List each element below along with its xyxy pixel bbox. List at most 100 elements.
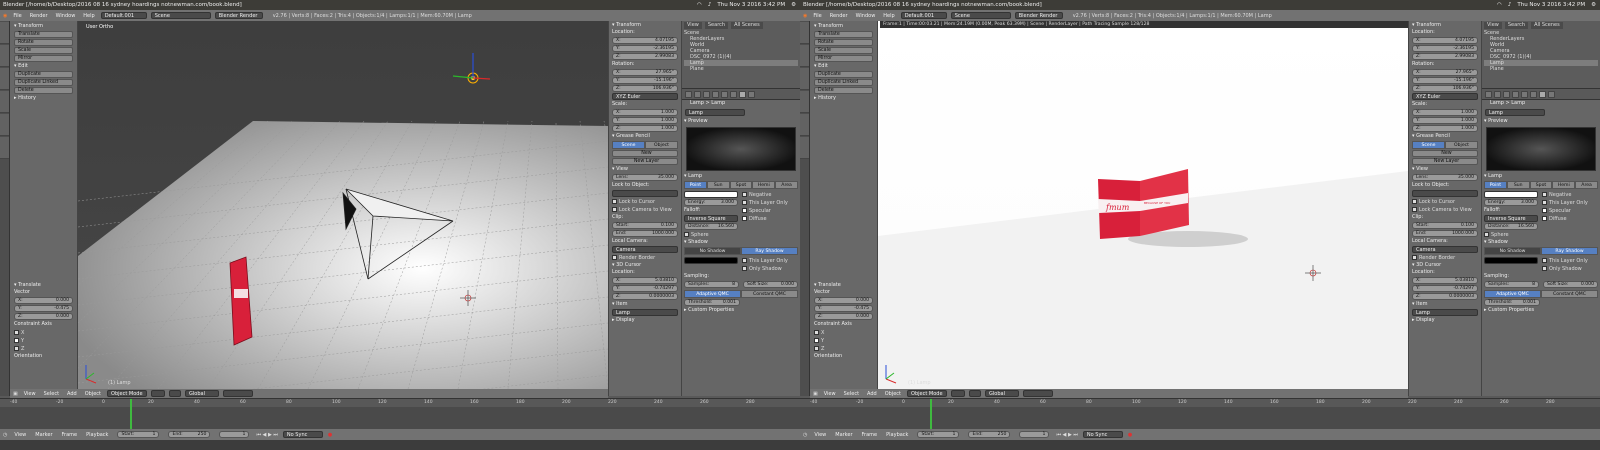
- engine-selector[interactable]: Blender Render: [1014, 12, 1063, 19]
- cursor-z-field[interactable]: Z: 0.0000003: [1412, 293, 1478, 300]
- shadow-color-swatch[interactable]: [684, 257, 738, 264]
- sync-select[interactable]: No Sync: [282, 431, 323, 438]
- outliner-view-menu[interactable]: View: [684, 22, 702, 29]
- rotation-mode-select[interactable]: XYZ Euler: [612, 93, 678, 100]
- shading-select[interactable]: [151, 390, 166, 397]
- scale-x-field[interactable]: X: 1.000: [1412, 109, 1478, 116]
- gp-scene-tab[interactable]: Scene: [612, 141, 645, 149]
- operator-panel-header[interactable]: ▾ Translate: [12, 282, 75, 289]
- shadow-header[interactable]: ▾ Shadow: [1482, 239, 1600, 246]
- blender-logo-icon[interactable]: ◉: [803, 13, 807, 19]
- cursor-z-field[interactable]: Z: 0.0000003: [612, 293, 678, 300]
- layers-tab-icon[interactable]: [694, 90, 701, 98]
- cursor-header[interactable]: ▾ 3D Cursor: [1410, 262, 1480, 269]
- vector-x-field[interactable]: X: 0.000: [14, 297, 73, 304]
- timeline-view-menu[interactable]: View: [12, 432, 28, 438]
- view-header[interactable]: ▾ View: [1410, 166, 1480, 173]
- editor-type-icon[interactable]: ▣: [13, 391, 18, 397]
- scale-x-field[interactable]: X: 1.000: [612, 109, 678, 116]
- record-icon[interactable]: ●: [328, 432, 332, 438]
- tab-relations[interactable]: [0, 68, 9, 90]
- transform-header[interactable]: ▾ Transform: [610, 22, 680, 29]
- item-name-field[interactable]: Lamp: [1412, 309, 1478, 316]
- object-tab-icon[interactable]: [721, 90, 728, 98]
- pivot-select[interactable]: [969, 390, 982, 397]
- gp-object-tab[interactable]: Object: [1445, 141, 1478, 149]
- constant-qmc-option[interactable]: Constant QMC: [741, 290, 798, 298]
- custom-properties-header[interactable]: ▸ Custom Properties: [682, 307, 800, 314]
- no-shadow-option[interactable]: No Shadow: [1484, 247, 1541, 255]
- menu-help[interactable]: Help: [81, 13, 96, 19]
- lamp-type-point[interactable]: Point: [684, 181, 707, 189]
- layers-grid[interactable]: [223, 390, 254, 397]
- lamp-type-hemi[interactable]: Hemi: [752, 181, 776, 189]
- history-panel-header[interactable]: ▸ History: [12, 95, 75, 102]
- negative-checkbox[interactable]: Negative: [742, 191, 798, 198]
- layout-selector[interactable]: Default.001: [100, 12, 147, 19]
- current-frame-field[interactable]: 1: [1019, 431, 1050, 438]
- translate-button[interactable]: Translate: [14, 31, 73, 38]
- only-shadow-checkbox[interactable]: Only Shadow: [1542, 265, 1588, 272]
- timeline-playback-menu[interactable]: Playback: [84, 432, 110, 438]
- viewport-select-menu[interactable]: Select: [842, 391, 861, 397]
- clip-start-field[interactable]: Start: 0.100: [612, 222, 678, 229]
- viewport-select-menu[interactable]: Select: [42, 391, 61, 397]
- soft-size-field[interactable]: Soft Size: 0.000: [1543, 281, 1598, 288]
- threshold-field[interactable]: Threshold: 0.001: [1484, 299, 1540, 306]
- lamp-type-point[interactable]: Point: [1484, 181, 1507, 189]
- layer-only-checkbox[interactable]: This Layer Only: [742, 199, 798, 206]
- shadow-header[interactable]: ▾ Shadow: [682, 239, 800, 246]
- vector-y-field[interactable]: Y: -0.475: [814, 305, 873, 312]
- scale-button[interactable]: Scale: [14, 47, 73, 54]
- pivot-select[interactable]: [169, 390, 182, 397]
- item-header[interactable]: ▾ Item: [1410, 301, 1480, 308]
- vector-z-field[interactable]: Z: 0.000: [814, 313, 873, 320]
- scale-y-field[interactable]: Y: 1.000: [1412, 117, 1478, 124]
- scale-y-field[interactable]: Y: 1.000: [612, 117, 678, 124]
- energy-field[interactable]: Energy: 3.000: [684, 199, 738, 206]
- history-panel-header[interactable]: ▸ History: [812, 95, 875, 102]
- gp-object-tab[interactable]: Object: [645, 141, 678, 149]
- cursor-y-field[interactable]: Y: -0.74297: [1412, 285, 1478, 292]
- outliner-display-mode[interactable]: All Scenes: [731, 22, 763, 29]
- menu-render[interactable]: Render: [28, 13, 50, 19]
- cursor-x-field[interactable]: X: 5.03810: [1412, 277, 1478, 284]
- custom-properties-header[interactable]: ▸ Custom Properties: [1482, 307, 1600, 314]
- menu-help[interactable]: Help: [881, 13, 896, 19]
- diffuse-checkbox[interactable]: Diffuse: [1542, 215, 1598, 222]
- transform-panel-header[interactable]: ▾ Transform: [812, 23, 875, 30]
- negative-checkbox[interactable]: Negative: [1542, 191, 1598, 198]
- duplicate-button[interactable]: Duplicate: [14, 71, 73, 78]
- soft-size-field[interactable]: Soft Size: 0.000: [743, 281, 798, 288]
- grease-pencil-header[interactable]: ▾ Grease Pencil: [1410, 133, 1480, 140]
- cursor-header[interactable]: ▾ 3D Cursor: [610, 262, 680, 269]
- constraint-z-checkbox[interactable]: Z: [14, 345, 73, 352]
- rotation-x-field[interactable]: X: 27.965°: [612, 69, 678, 76]
- scale-button[interactable]: Scale: [814, 47, 873, 54]
- gp-new-button[interactable]: New: [612, 150, 678, 157]
- menu-window[interactable]: Window: [854, 13, 878, 19]
- shading-select[interactable]: [951, 390, 966, 397]
- tab-animation[interactable]: [0, 91, 9, 113]
- scale-z-field[interactable]: Z: 1.000: [1412, 125, 1478, 132]
- scene-tab-icon[interactable]: [1503, 90, 1510, 98]
- scene-tab-icon[interactable]: [703, 90, 710, 98]
- lamp-color-swatch[interactable]: [684, 191, 738, 198]
- scene-selector[interactable]: Scene: [150, 12, 211, 19]
- sphere-checkbox[interactable]: Sphere: [684, 231, 738, 238]
- transform-orientation-select[interactable]: Global: [985, 390, 1020, 397]
- constraint-x-checkbox[interactable]: X: [14, 329, 73, 336]
- duplicate-button[interactable]: Duplicate: [814, 71, 873, 78]
- local-camera-field[interactable]: Camera: [612, 246, 678, 253]
- object-tab-icon[interactable]: [1521, 90, 1528, 98]
- outliner-view-menu[interactable]: View: [1484, 22, 1502, 29]
- mode-select[interactable]: Object Mode: [907, 390, 948, 397]
- rotate-button[interactable]: Rotate: [814, 39, 873, 46]
- location-z-field[interactable]: Z: 2.99083: [1412, 53, 1478, 60]
- shadow-layer-only-checkbox[interactable]: This Layer Only: [742, 257, 788, 264]
- timeline-editor-icon[interactable]: ◷: [3, 432, 7, 438]
- gear-icon[interactable]: ⚙: [1591, 0, 1596, 10]
- clip-end-field[interactable]: End: 1000.000: [612, 230, 678, 237]
- delete-button[interactable]: Delete: [814, 87, 873, 94]
- falloff-select[interactable]: Inverse Square: [684, 215, 738, 222]
